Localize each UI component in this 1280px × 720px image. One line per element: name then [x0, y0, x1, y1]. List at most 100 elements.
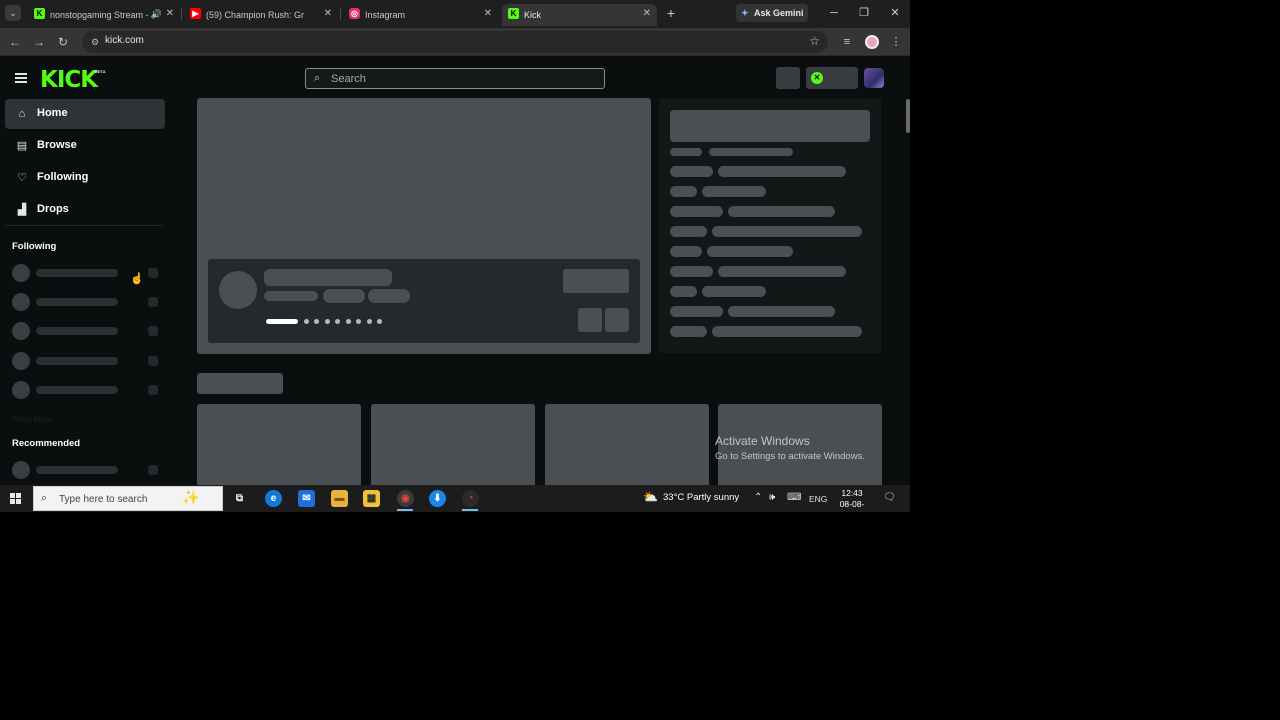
kick-logo[interactable]: KICK: [40, 67, 98, 93]
tab-nonstopgaming[interactable]: K nonstopgaming Stream - Watch 🔊 ✕: [28, 4, 180, 26]
keyboard-icon[interactable]: ⌨: [787, 492, 801, 503]
volume-icon[interactable]: 🕪: [769, 492, 775, 503]
sidebar-item-label: Drops: [37, 203, 69, 215]
mouse-cursor: ☝: [130, 273, 144, 285]
browser-toolbar: ← → ↻ ⚙ kick.com ☆ ≡ ⋮: [0, 28, 910, 56]
back-button[interactable]: ←: [7, 34, 23, 50]
following-channel-placeholder[interactable]: [12, 352, 162, 370]
store-icon[interactable]: ▦: [363, 490, 380, 507]
stream-thumbnail-placeholder[interactable]: [545, 404, 709, 485]
weather-text: 33°C Partly sunny: [663, 492, 739, 503]
tab-title: Kick: [524, 10, 542, 20]
watermark-subtitle: Go to Settings to activate Windows.: [715, 451, 865, 462]
tab-instagram[interactable]: ◎ Instagram ✕: [343, 4, 498, 26]
taskbar-search-input[interactable]: ⌕ Type here to search ✨: [33, 486, 223, 511]
active-app-indicator: [397, 509, 413, 511]
category-title-placeholder: [197, 373, 283, 394]
site-info-icon[interactable]: ⚙: [88, 35, 102, 49]
language-indicator[interactable]: ENG: [809, 494, 827, 504]
new-tab-button[interactable]: +: [664, 5, 678, 21]
close-icon[interactable]: ✕: [166, 4, 174, 24]
chevron-up-icon[interactable]: ⌃: [754, 492, 762, 503]
forward-button[interactable]: →: [31, 34, 47, 50]
ask-gemini-label: Ask Gemini: [754, 8, 804, 18]
task-view-icon[interactable]: ⧉: [231, 490, 248, 507]
close-icon[interactable]: ✕: [643, 4, 651, 24]
edge-icon[interactable]: e: [265, 490, 282, 507]
gemini-icon: ✦: [741, 8, 749, 18]
partly-sunny-icon: ⛅: [643, 490, 658, 504]
reload-button[interactable]: ↻: [55, 34, 71, 50]
ask-gemini-button[interactable]: ✦ Ask Gemini: [736, 4, 808, 22]
media-controls-icon[interactable]: ≡: [839, 34, 855, 50]
restore-button[interactable]: ❐: [854, 4, 874, 22]
watch-button-placeholder[interactable]: [563, 269, 629, 293]
kick-coin-icon: ✕: [811, 72, 823, 84]
desktop-screen: ⌄ K nonstopgaming Stream - Watch 🔊 ✕ ▶ (…: [0, 0, 910, 512]
stream-thumbnail-placeholder[interactable]: [197, 404, 361, 485]
recommended-section-title: Recommended: [12, 438, 81, 449]
following-channel-placeholder[interactable]: [12, 381, 162, 399]
carousel-prev-button[interactable]: [578, 308, 602, 332]
watermark-title: Activate Windows: [715, 434, 810, 448]
tab-title: nonstopgaming Stream - Watch: [50, 10, 150, 20]
weather-condition: Partly sunny: [686, 492, 740, 503]
home-icon: ⌂: [18, 108, 26, 120]
tab-kick[interactable]: K Kick ✕: [502, 4, 657, 26]
window-close-button[interactable]: ✕: [885, 4, 905, 22]
carousel-next-button[interactable]: [605, 308, 629, 332]
featured-stream-info-card: [208, 259, 640, 343]
kicks-balance-button[interactable]: ✕: [806, 67, 858, 89]
tag-placeholder: [368, 289, 410, 303]
sidebar-item-home[interactable]: ⌂ Home: [5, 99, 165, 129]
download-app-icon[interactable]: ⬇: [429, 490, 446, 507]
tab-separator: [340, 8, 341, 20]
windows-start-icon[interactable]: [10, 493, 22, 505]
file-explorer-icon[interactable]: ▬: [331, 490, 348, 507]
show-more-link[interactable]: Show More: [12, 415, 52, 424]
recommended-channel-placeholder[interactable]: [12, 461, 162, 479]
sidebar-item-following[interactable]: ♡ Following: [5, 163, 165, 193]
menu-icon[interactable]: [15, 73, 27, 83]
bookmark-star-icon[interactable]: ☆: [809, 34, 820, 48]
outlook-icon[interactable]: ✉: [298, 490, 315, 507]
kick-page: KICK BETA ⌕ Search ✕ ⌂ Home ▤ Browse ♡ F…: [0, 57, 905, 485]
streamer-avatar-placeholder: [219, 271, 257, 309]
chrome-icon[interactable]: ◉: [397, 490, 414, 507]
tag-placeholder: [323, 289, 365, 303]
beta-badge: BETA: [95, 69, 106, 74]
instagram-icon: ◎: [349, 8, 360, 19]
notification-icon[interactable]: 🗨: [883, 492, 896, 503]
header-button-placeholder[interactable]: [776, 67, 800, 89]
kick-icon: K: [508, 8, 519, 19]
tab-search-button[interactable]: ⌄: [5, 5, 21, 21]
tab-title: (59) Champion Rush: Grand Finals: [206, 10, 304, 20]
search-input[interactable]: ⌕ Search: [305, 68, 605, 89]
speaker-icon[interactable]: 🔊: [151, 4, 162, 24]
sidebar-item-drops[interactable]: ▟ Drops: [5, 195, 165, 225]
following-channel-placeholder[interactable]: [12, 293, 162, 311]
page-scrollbar[interactable]: [905, 57, 910, 485]
featured-stream-placeholder[interactable]: [197, 98, 651, 354]
url-text: kick.com: [105, 35, 144, 46]
tab-champion-rush[interactable]: ▶ (59) Champion Rush: Grand Finals ✕: [184, 4, 338, 26]
clock-date: 08-08-2026: [839, 499, 865, 512]
browser-tab-strip: ⌄ K nonstopgaming Stream - Watch 🔊 ✕ ▶ (…: [0, 0, 910, 28]
sidebar-item-browse[interactable]: ▤ Browse: [5, 131, 165, 161]
browser-menu-icon[interactable]: ⋮: [888, 34, 904, 50]
panel-header-placeholder: [670, 110, 870, 142]
following-channel-placeholder[interactable]: [12, 322, 162, 340]
search-placeholder: Search: [331, 73, 366, 85]
close-icon[interactable]: ✕: [484, 4, 492, 24]
minimize-button[interactable]: ─: [824, 4, 844, 22]
sidebar-item-label: Home: [37, 107, 68, 119]
profile-avatar[interactable]: [865, 35, 879, 49]
sidebar-divider: [5, 225, 163, 226]
stream-thumbnail-placeholder[interactable]: [371, 404, 535, 485]
system-clock[interactable]: 12:43 08-08-2026: [832, 488, 872, 512]
close-icon[interactable]: ✕: [324, 4, 332, 24]
user-avatar[interactable]: [864, 68, 884, 88]
recorder-app-icon[interactable]: ◔: [462, 490, 479, 507]
address-bar[interactable]: ⚙ kick.com ☆: [82, 31, 828, 53]
side-panel-placeholder: [659, 98, 881, 353]
